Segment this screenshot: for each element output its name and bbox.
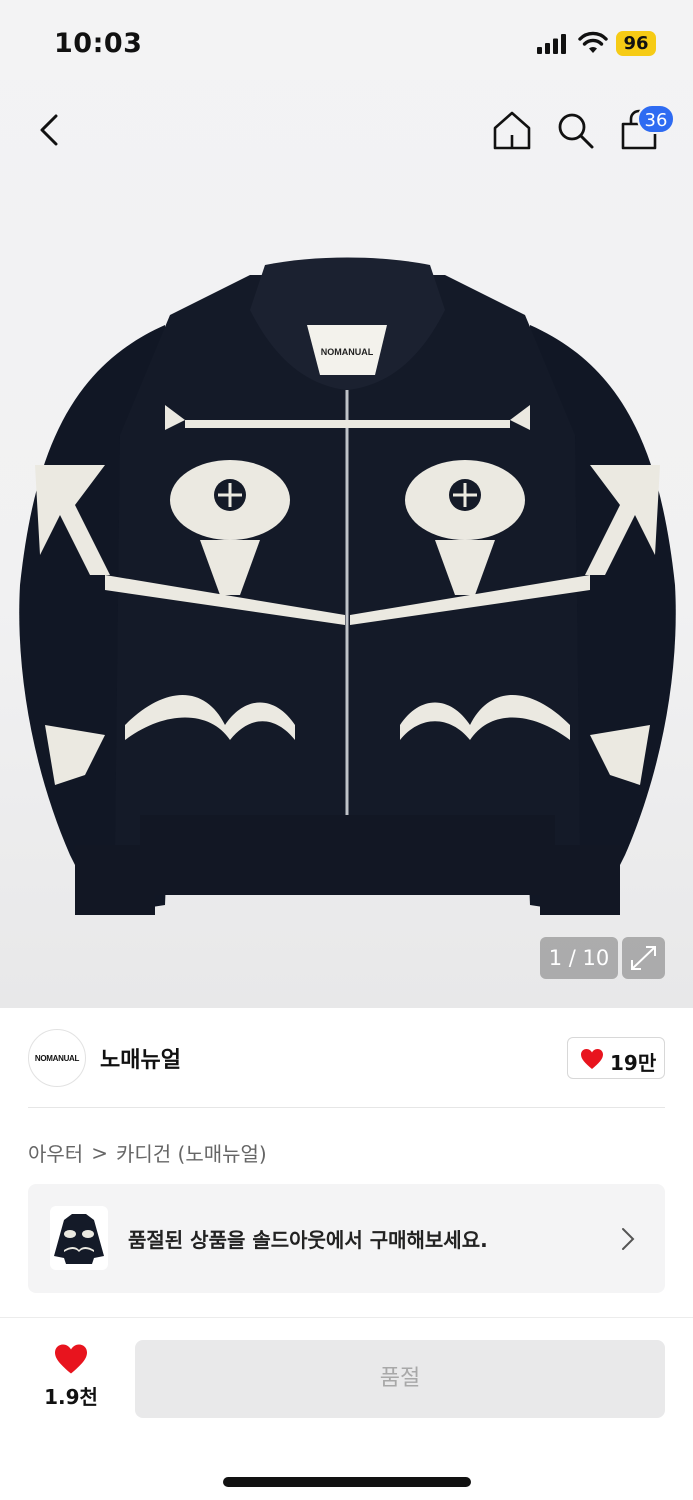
search-icon[interactable]	[553, 108, 597, 152]
brand-like-button[interactable]: 19만	[567, 1037, 665, 1079]
wishlist-count: 1.9천	[44, 1385, 98, 1409]
heart-icon	[55, 1344, 87, 1374]
garment-label: NOMANUAL	[321, 347, 374, 357]
chevron-left-icon[interactable]	[30, 108, 70, 152]
home-icon[interactable]	[490, 108, 534, 152]
breadcrumb-category[interactable]: 아우터	[28, 1138, 83, 1167]
brand-like-count: 19만	[610, 1051, 657, 1075]
status-time: 10:03	[54, 28, 143, 59]
home-indicator	[223, 1477, 471, 1487]
breadcrumb-subcategory[interactable]: 카디건 (노매뉴얼)	[116, 1138, 267, 1167]
soldout-banner-text: 품절된 상품을 솔드아웃에서 구매해보세요.	[128, 1228, 488, 1252]
wishlist-button[interactable]: 1.9천	[35, 1343, 107, 1418]
divider	[0, 1317, 693, 1318]
brand-row: NOMANUAL 노매뉴얼 19만	[0, 1008, 693, 1108]
status-bar: 10:03 96	[0, 0, 693, 88]
wifi-icon	[578, 31, 608, 53]
cart-count-badge: 36	[637, 104, 675, 134]
breadcrumb: 아우터 > 카디건 (노매뉴얼)	[28, 1138, 267, 1167]
heart-icon	[581, 1049, 603, 1069]
brand-logo[interactable]: NOMANUAL	[28, 1029, 86, 1087]
soldout-button[interactable]: 품절	[135, 1340, 665, 1418]
battery-indicator: 96	[616, 31, 656, 56]
brand-name[interactable]: 노매뉴얼	[100, 1042, 181, 1074]
product-image[interactable]: NOMANUAL	[15, 255, 680, 935]
expand-icon[interactable]	[622, 937, 665, 979]
breadcrumb-separator: >	[91, 1140, 108, 1165]
product-thumbnail	[50, 1206, 108, 1270]
image-counter: 1 / 10	[540, 937, 618, 979]
signal-icon	[537, 34, 566, 54]
soldout-banner[interactable]: 품절된 상품을 솔드아웃에서 구매해보세요.	[28, 1184, 665, 1293]
chevron-right-icon	[622, 1228, 635, 1250]
divider	[28, 1107, 665, 1108]
